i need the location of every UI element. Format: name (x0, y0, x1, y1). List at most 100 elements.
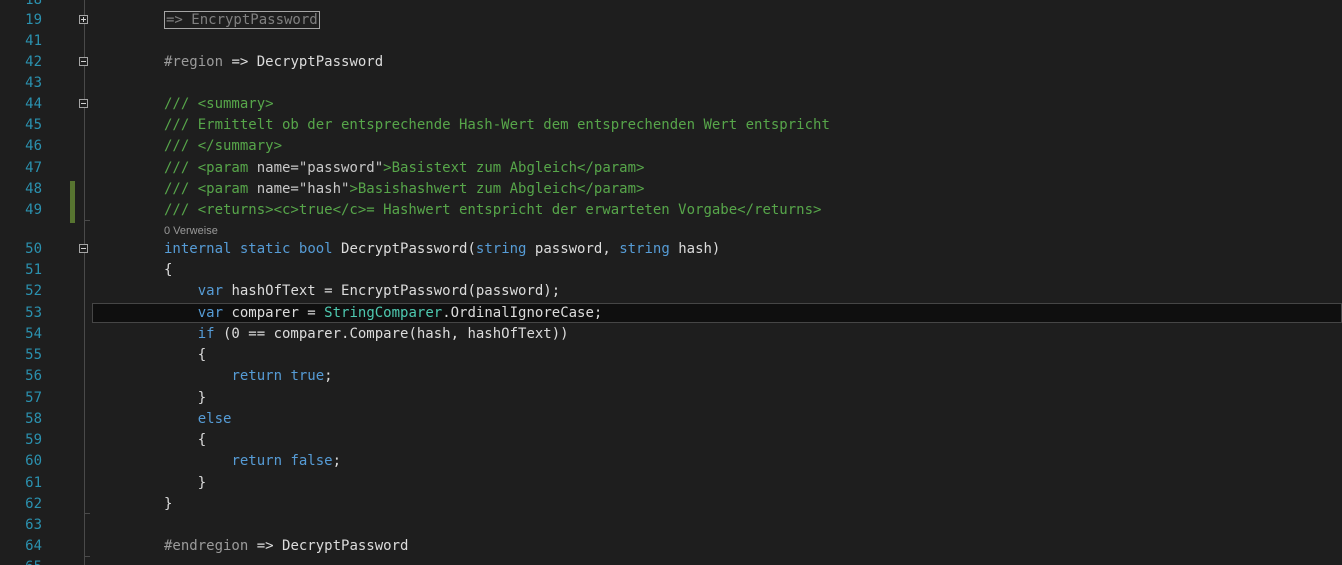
code-line[interactable]: 42 #region => DecryptPassword (0, 52, 1342, 73)
code-token: return (231, 368, 283, 384)
code-token: #endregion (164, 538, 249, 554)
code-line[interactable]: 57 } (0, 388, 1342, 409)
region-end-tick (84, 556, 90, 557)
code-token: string (619, 241, 670, 257)
code-text: { (164, 345, 206, 366)
code-line[interactable]: 59 { (0, 430, 1342, 451)
collapsed-region-label[interactable]: => EncryptPassword (164, 11, 320, 29)
line-number: 42 (25, 54, 42, 70)
code-token: static (239, 241, 291, 257)
code-line[interactable]: 47 /// <param name="password">Basistext z… (0, 158, 1342, 179)
code-token: } (164, 390, 207, 406)
code-token: { (164, 262, 173, 278)
code-line[interactable]: 43 (0, 73, 1342, 94)
code-line[interactable]: 50 internal static bool DecryptPassword(s… (0, 239, 1342, 260)
code-text: /// </summary> (164, 136, 282, 157)
code-token: "hash" (298, 181, 350, 197)
code-line[interactable]: 65 (0, 557, 1342, 565)
code-text: if (0 == comparer.Compare(hash, hashOfTe… (164, 324, 569, 345)
code-line[interactable]: 45 /// Ermittelt ob der entsprechende Has… (0, 115, 1342, 136)
collapse-region-icon[interactable] (79, 57, 88, 66)
code-line[interactable]: 54 if (0 == comparer.Compare(hash, hashO… (0, 324, 1342, 345)
code-token: .OrdinalIgnoreCase; (442, 305, 603, 321)
code-line[interactable]: 51 { (0, 260, 1342, 281)
code-line[interactable]: 63 (0, 515, 1342, 536)
code-token: var (197, 283, 224, 299)
line-number: 59 (25, 432, 42, 448)
line-number: 61 (25, 475, 42, 491)
code-line[interactable]: 58 else (0, 409, 1342, 430)
line-number: 63 (25, 517, 42, 533)
line-number: 60 (25, 453, 42, 469)
code-line[interactable]: 56 return true; (0, 366, 1342, 387)
code-line[interactable]: 48 /// <param name="hash">Basishashwert z… (0, 179, 1342, 200)
code-token: /// Ermittelt ob der entsprechende Hash-… (164, 117, 830, 133)
line-number: 55 (25, 347, 42, 363)
code-line[interactable]: 49 /// <returns><c>true</c>= Hashwert ent… (0, 200, 1342, 221)
code-text: internal static bool DecryptPassword( str… (164, 239, 720, 260)
collapse-region-icon[interactable] (79, 99, 88, 108)
collapse-region-icon[interactable] (79, 244, 88, 253)
code-text: #region => DecryptPassword (164, 52, 383, 73)
code-token: internal (164, 241, 232, 257)
code-text: /// <param name="password">Basistext zum… (164, 158, 644, 179)
code-text: { (164, 260, 172, 281)
code-token: { (164, 432, 207, 448)
code-token: /// <returns><c>true</c>= Hashwert entsp… (164, 202, 822, 218)
code-line[interactable]: 52 var hashOfText = EncryptPassword(pass… (0, 281, 1342, 302)
line-number: 49 (25, 202, 42, 218)
code-text: var comparer = StringComparer.OrdinalIgn… (164, 303, 603, 324)
code-token: => DecryptPassword (223, 54, 384, 70)
code-token: /// <summary> (164, 96, 274, 112)
code-text: return true; (164, 366, 332, 387)
code-text: else (164, 409, 232, 430)
code-token: { (164, 347, 207, 363)
code-editor[interactable]: 18 19 => EncryptPassword 41 42 #region => Dec… (0, 0, 1342, 565)
codelens-references[interactable]: 0 Verweise (164, 224, 218, 238)
code-token: => DecryptPassword (248, 538, 409, 554)
line-number: 57 (25, 390, 42, 406)
code-line[interactable]: 64 #endregion => DecryptPassword (0, 536, 1342, 557)
line-number: 64 (25, 538, 42, 554)
code-line[interactable]: 46 /// </summary> (0, 136, 1342, 157)
code-line[interactable]: 55 { (0, 345, 1342, 366)
code-line[interactable]: 41 (0, 31, 1342, 52)
code-line[interactable]: 61 } (0, 473, 1342, 494)
code-token: name= (256, 160, 299, 176)
region-end-tick (84, 220, 90, 221)
code-token: #region (164, 54, 224, 70)
code-line[interactable]: 19 => EncryptPassword (0, 10, 1342, 31)
code-token: if (197, 326, 215, 342)
code-text: } (164, 388, 206, 409)
line-number: 44 (25, 96, 42, 112)
line-number: 48 (25, 181, 42, 197)
code-token: /// </summary> (164, 138, 283, 154)
code-token: var (197, 305, 224, 321)
code-line[interactable]: 44 /// <summary> (0, 94, 1342, 115)
line-number: 53 (25, 305, 42, 321)
code-text: /// <summary> (164, 94, 274, 115)
region-end-tick (84, 513, 90, 514)
code-token: } (164, 475, 207, 491)
code-token: bool (298, 241, 333, 257)
code-line[interactable]: 60 return false; (0, 451, 1342, 472)
line-number: 65 (0, 557, 42, 565)
code-token: comparer = (223, 305, 325, 321)
line-number: 52 (25, 283, 42, 299)
code-text: var hashOfText = EncryptPassword(passwor… (164, 281, 560, 302)
line-number: 45 (25, 117, 42, 133)
code-text: } (164, 473, 206, 494)
expand-region-icon[interactable] (79, 15, 88, 24)
code-token: ; (332, 453, 342, 469)
code-token: /// <param (164, 181, 257, 197)
code-line[interactable]: 53 var comparer = StringComparer.Ordinal… (0, 303, 1342, 324)
code-token: hashOfText = EncryptPassword(password); (223, 283, 561, 299)
code-line[interactable]: 62} (0, 494, 1342, 515)
code-text: #endregion => DecryptPassword (164, 536, 408, 557)
code-token: name= (256, 181, 299, 197)
code-token: DecryptPassword( (332, 241, 476, 257)
